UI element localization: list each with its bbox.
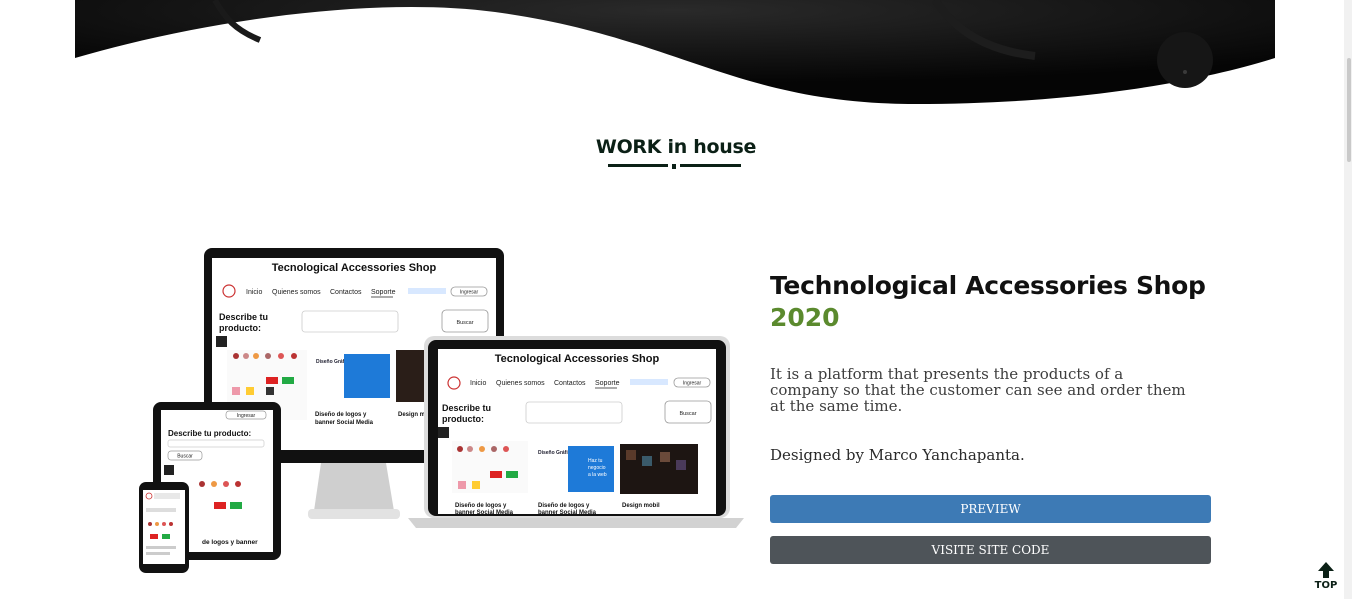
laptop-nav-1: Inicio [470,380,486,387]
laptop-shop-title: Tecnological Accessories Shop [495,353,660,365]
scrollbar-thumb[interactable] [1347,58,1351,162]
back-to-top-label: TOP [1314,580,1338,591]
laptop-card1-1: Diseño de logos y [455,503,507,509]
project-mockup-image: Tecnological Accessories Shop Inicio Qui… [136,246,746,576]
laptop-nav-4: Soporte [595,380,620,387]
desktop-nav-4: Soporte [371,289,396,296]
desktop-nav-3: Contactos [330,289,362,296]
visit-site-code-button[interactable]: VISITE SITE CODE [770,536,1211,564]
project-credit: Designed by Marco Yanchapanta. [770,446,1025,464]
laptop-describe-1: Describe tu [442,403,491,413]
tablet-login: Ingresar [237,413,256,419]
preview-button[interactable]: PREVIEW [770,495,1211,523]
section-header: WORK in house [0,136,1352,158]
arrow-up-icon [1318,562,1334,578]
project-title: Technological Accessories Shop [770,271,1206,300]
desktop-describe-2: producto: [219,323,261,333]
desktop-nav-1: Inicio [246,289,262,296]
laptop-card1-2: banner Social Media [455,510,514,516]
tablet-describe: Describe tu producto: [168,429,251,438]
laptop-banner-cta-2: negocio [588,465,606,471]
section-title: WORK in house [595,136,757,158]
laptop-search: Buscar [679,411,696,417]
laptop-banner-cta-3: a la web [588,472,607,478]
tablet-search: Buscar [177,454,193,460]
laptop-card1b-2: banner Social Media [538,510,597,516]
back-to-top-button[interactable]: TOP [1313,561,1339,599]
laptop-card1b-1: Diseño de logos y [538,503,590,509]
desktop-card1-1: Diseño de logos y [315,412,367,418]
desktop-nav-2: Quienes somos [272,289,321,296]
desktop-search: Buscar [456,320,473,326]
desktop-shop-title: Tecnological Accessories Shop [272,262,437,274]
tablet-card: de logos y banner [202,539,258,546]
title-underline [608,164,741,169]
project-info: Technological Accessories Shop 2020 It i… [770,270,1212,564]
laptop-banner-cta-1: Haz tu [588,458,603,464]
desktop-login: Ingresar [460,290,479,296]
project-year: 2020 [770,303,840,332]
desktop-card1-2: banner Social Media [315,420,374,426]
laptop-card2: Design mobil [622,503,660,509]
project-description: It is a platform that presents the produ… [770,365,1186,415]
laptop-login: Ingresar [683,381,702,387]
laptop-nav-2: Quienes somos [496,380,545,387]
laptop-describe-2: producto: [442,414,484,424]
laptop-nav-3: Contactos [554,380,586,387]
desktop-describe-1: Describe tu [219,312,268,322]
page-scrollbar[interactable] [1344,0,1352,599]
hero-banner [75,0,1275,104]
